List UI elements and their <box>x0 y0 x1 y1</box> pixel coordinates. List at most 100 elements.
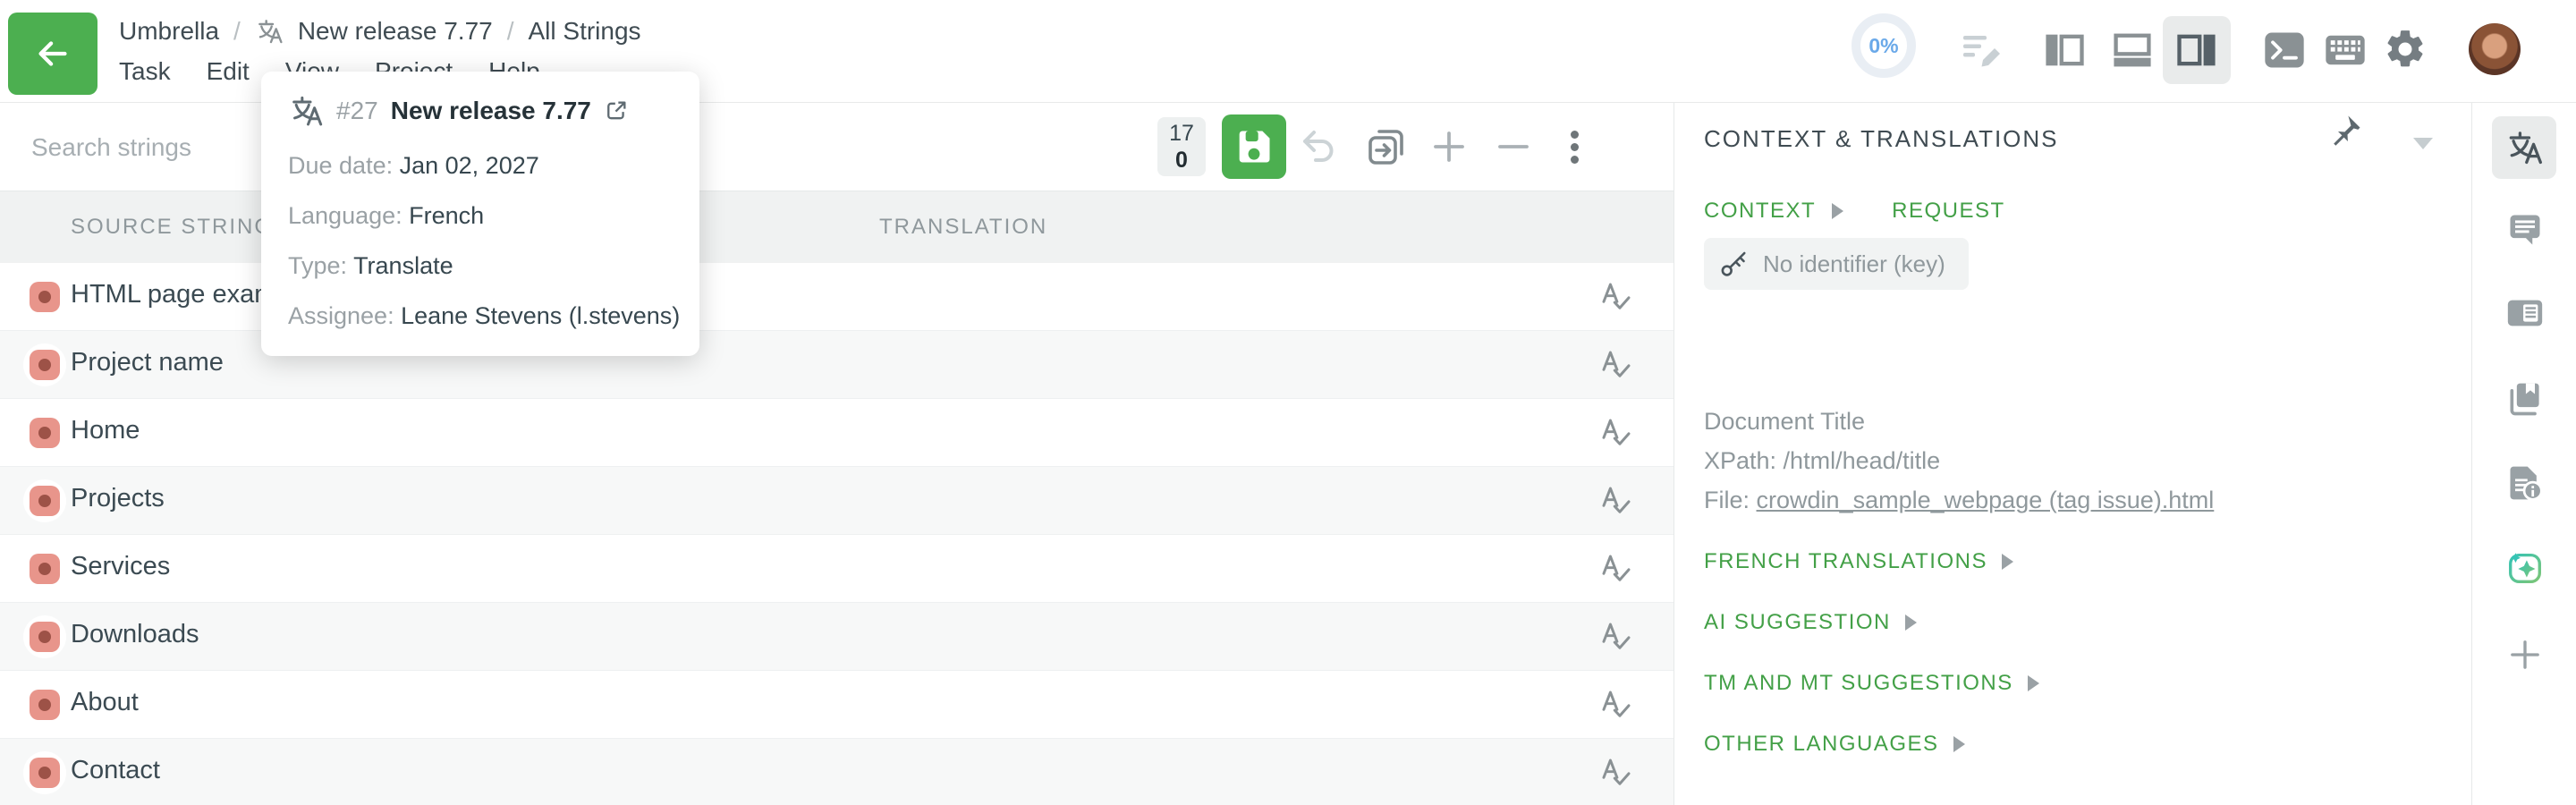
translation-progress-ring[interactable]: 0% <box>1852 13 1916 78</box>
table-row[interactable]: Home <box>0 399 1674 467</box>
strings-panel: 17 0 SOURCE STRING TRANSLATION HTML page… <box>0 102 1674 805</box>
external-link-icon[interactable] <box>604 98 629 123</box>
context-xpath: XPath: /html/head/title <box>1704 447 1940 475</box>
breadcrumb-strings-view[interactable]: All Strings <box>529 17 641 46</box>
source-string-text: Project name <box>71 348 224 377</box>
keyboard-shortcuts-icon[interactable] <box>2322 27 2368 73</box>
undo-button[interactable] <box>1299 125 1342 168</box>
pin-icon[interactable] <box>2326 113 2363 155</box>
back-button[interactable] <box>8 13 97 95</box>
counter-bottom: 0 <box>1175 147 1188 174</box>
translate-icon <box>2504 128 2544 167</box>
table-row[interactable]: About <box>0 671 1674 739</box>
table-row[interactable]: HTML page example <box>0 263 1674 331</box>
sidebar-file-info-icon[interactable] <box>2472 463 2576 503</box>
counter-top: 17 <box>1169 120 1194 147</box>
context-links: CONTEXT REQUEST <box>1704 199 2005 224</box>
layout-bottom-panel-icon[interactable] <box>2109 27 2156 73</box>
triangle-right-icon <box>1832 203 1843 219</box>
file-link[interactable]: crowdin_sample_webpage (tag issue).html <box>1757 487 2215 513</box>
sidebar-translations-tab[interactable] <box>2492 116 2556 179</box>
source-string-text: Projects <box>71 484 165 513</box>
source-string-text: About <box>71 688 139 717</box>
layout-right-panel-toggle[interactable] <box>2163 16 2231 84</box>
task-language: Language: French <box>288 202 484 230</box>
task-type: Type: Translate <box>288 252 453 280</box>
request-context-link[interactable]: REQUEST <box>1892 199 2005 224</box>
source-string-text: Home <box>71 416 140 445</box>
context-document-title: Document Title <box>1704 408 1865 436</box>
strings-list: HTML page example Project name Home Proj… <box>0 263 1674 805</box>
breadcrumb-separator: / <box>233 17 241 46</box>
source-string-text: Downloads <box>71 620 199 649</box>
console-icon[interactable] <box>2261 27 2308 73</box>
translate-action-icon[interactable] <box>1597 550 1635 588</box>
sidebar-glossary-icon[interactable] <box>2472 379 2576 419</box>
section-french-translations[interactable]: FRENCH TRANSLATIONS <box>1704 549 2013 574</box>
right-icon-sidebar <box>2471 102 2576 805</box>
settings-gear-icon[interactable] <box>2383 27 2428 72</box>
untranslated-status-icon <box>30 758 60 788</box>
task-due-date: Due date: Jan 02, 2027 <box>288 152 539 180</box>
triangle-right-icon <box>2028 675 2039 691</box>
untranslated-status-icon <box>30 350 60 380</box>
layout-left-panel-icon[interactable] <box>2041 27 2088 73</box>
translate-action-icon[interactable] <box>1597 346 1635 384</box>
copy-source-button[interactable] <box>1363 123 1410 170</box>
menu-task[interactable]: Task <box>119 57 171 86</box>
context-file-line: File: crowdin_sample_webpage (tag issue)… <box>1704 487 2214 514</box>
translate-task-icon <box>288 93 324 129</box>
untranslated-status-icon <box>30 486 60 516</box>
chevron-down-icon[interactable] <box>2413 138 2433 149</box>
strings-table-header: SOURCE STRING TRANSLATION <box>0 191 1674 263</box>
table-row[interactable]: Downloads <box>0 603 1674 671</box>
identifier-key-badge[interactable]: No identifier (key) <box>1704 238 1969 290</box>
triangle-right-icon <box>1905 614 1917 631</box>
translate-action-icon[interactable] <box>1597 482 1635 520</box>
translate-action-icon[interactable] <box>1597 414 1635 452</box>
identifier-key-text: No identifier (key) <box>1763 250 1945 278</box>
table-row[interactable]: Projects <box>0 467 1674 535</box>
save-button[interactable] <box>1222 114 1286 179</box>
table-row[interactable]: Contact <box>0 739 1674 805</box>
sidebar-ai-icon[interactable] <box>2472 547 2576 589</box>
translate-action-icon[interactable] <box>1597 278 1635 316</box>
breadcrumb-task[interactable]: New release 7.77 <box>298 17 493 46</box>
draft-edit-icon[interactable] <box>1959 27 2005 73</box>
triangle-right-icon <box>1953 736 1965 752</box>
task-assignee: Assignee: Leane Stevens (l.stevens) <box>288 302 680 330</box>
sidebar-add-icon[interactable] <box>2472 637 2576 673</box>
untranslated-status-icon <box>30 418 60 448</box>
context-tab[interactable]: CONTEXT <box>1704 199 1816 224</box>
translate-action-icon[interactable] <box>1597 754 1635 792</box>
crowdin-editor: Umbrella / New release 7.77 / All String… <box>0 0 2576 805</box>
triangle-right-icon <box>2002 554 2013 570</box>
zoom-in-button[interactable] <box>1429 127 1469 166</box>
section-ai-suggestion[interactable]: AI SUGGESTION <box>1704 610 1917 635</box>
section-other-languages[interactable]: OTHER LANGUAGES <box>1704 732 1965 757</box>
breadcrumb: Umbrella / New release 7.77 / All String… <box>119 14 641 48</box>
translate-action-icon[interactable] <box>1597 618 1635 656</box>
translation-header: TRANSLATION <box>879 215 1047 240</box>
task-title[interactable]: New release 7.77 <box>391 97 591 125</box>
table-row[interactable]: Services <box>0 535 1674 603</box>
key-icon <box>1718 248 1750 280</box>
table-row[interactable]: Project name <box>0 331 1674 399</box>
user-avatar[interactable] <box>2469 23 2521 75</box>
translate-action-icon[interactable] <box>1597 686 1635 724</box>
translate-task-icon <box>255 17 284 46</box>
task-details-popover: #27 New release 7.77 Due date: Jan 02, 2… <box>261 72 699 356</box>
breadcrumb-project[interactable]: Umbrella <box>119 17 219 46</box>
untranslated-status-icon <box>30 690 60 720</box>
section-tm-mt-suggestions[interactable]: TM AND MT SUGGESTIONS <box>1704 671 2039 696</box>
sidebar-comments-icon[interactable] <box>2472 210 2576 250</box>
zoom-out-button[interactable] <box>1494 127 1533 166</box>
menu-edit[interactable]: Edit <box>207 57 250 86</box>
breadcrumb-separator: / <box>507 17 514 46</box>
back-arrow-icon <box>32 33 73 74</box>
sidebar-context-card-icon[interactable] <box>2472 292 2576 334</box>
layout-right-panel-icon <box>2174 27 2220 73</box>
source-string-text: Contact <box>71 756 160 785</box>
task-id: #27 <box>336 97 378 125</box>
more-options-kebab[interactable] <box>1563 122 1585 172</box>
